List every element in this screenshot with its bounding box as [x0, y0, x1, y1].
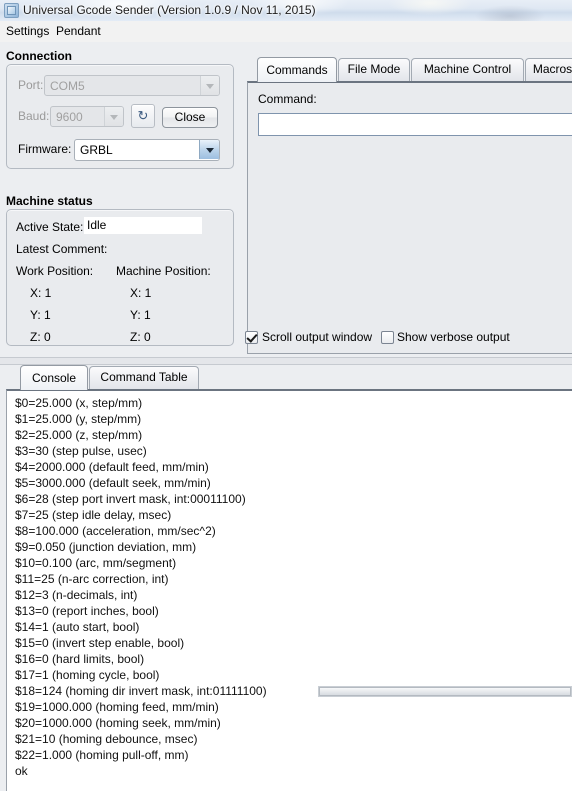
console-horizontal-scrollbar[interactable] [318, 686, 572, 697]
scroll-output-window-checkbox[interactable] [245, 331, 258, 344]
command-input[interactable] [258, 113, 572, 136]
window-titlebar: Universal Gcode Sender (Version 1.0.9 / … [0, 0, 572, 22]
console-output-area[interactable]: $0=25.000 (x, step/mm) $1=25.000 (y, ste… [6, 389, 572, 791]
console-output-text: $0=25.000 (x, step/mm) $1=25.000 (y, ste… [15, 396, 267, 778]
latest-comment-label: Latest Comment: [16, 242, 108, 256]
baud-select[interactable]: 9600 [50, 106, 124, 127]
tab-file-mode[interactable]: File Mode [338, 58, 410, 81]
baud-select-value: 9600 [56, 110, 83, 124]
firmware-select-value: GRBL [80, 143, 113, 157]
horizontal-splitter[interactable] [0, 357, 572, 365]
work-position-label: Work Position: [16, 264, 94, 278]
tab-console[interactable]: Console [20, 365, 88, 390]
scroll-output-window-label: Scroll output window [262, 330, 373, 344]
show-verbose-output-checkbox[interactable] [381, 331, 394, 344]
work-position-y: Y: 1 [30, 308, 51, 322]
command-label: Command: [258, 92, 317, 106]
machine-position-z: Z: 0 [130, 330, 151, 344]
refresh-icon: ↻ [137, 108, 149, 123]
machine-position-label: Machine Position: [116, 264, 211, 278]
refresh-ports-button[interactable]: ↻ [131, 104, 155, 128]
menu-item-settings[interactable]: Settings [6, 24, 49, 38]
chevron-down-icon [199, 140, 219, 159]
baud-label: Baud: [18, 109, 50, 123]
firmware-label: Firmware: [18, 142, 72, 156]
chevron-down-icon [104, 107, 123, 126]
chevron-down-icon [200, 76, 219, 95]
window-title: Universal Gcode Sender (Version 1.0.9 / … [23, 3, 316, 17]
machine-status-group-title: Machine status [6, 194, 93, 208]
menu-bar: Settings Pendant [0, 21, 572, 43]
active-state-label: Active State: [16, 220, 84, 234]
close-connection-button[interactable]: Close [162, 107, 218, 128]
port-label: Port: [18, 78, 44, 92]
port-select[interactable]: COM5 [44, 75, 220, 96]
machine-position-x: X: 1 [130, 286, 152, 300]
tab-machine-control[interactable]: Machine Control [411, 58, 524, 81]
console-tabstrip: Console Command Table [10, 365, 570, 390]
port-select-value: COM5 [50, 79, 85, 93]
tab-macros[interactable]: Macros [525, 58, 572, 81]
active-state-value: Idle [84, 217, 202, 234]
work-position-z: Z: 0 [30, 330, 51, 344]
show-verbose-output-label: Show verbose output [397, 330, 510, 344]
tab-command-table[interactable]: Command Table [89, 366, 199, 389]
menu-item-pendant[interactable]: Pendant [56, 24, 101, 38]
machine-position-y: Y: 1 [130, 308, 151, 322]
connection-group-title: Connection [6, 49, 72, 63]
right-panel-tabstrip: Commands File Mode Machine Control Macro… [241, 57, 572, 82]
work-position-x: X: 1 [30, 286, 52, 300]
tab-commands[interactable]: Commands [257, 57, 337, 82]
app-icon [4, 3, 19, 18]
firmware-select[interactable]: GRBL [74, 139, 220, 161]
console-scrollbar-thumb[interactable] [319, 687, 571, 696]
